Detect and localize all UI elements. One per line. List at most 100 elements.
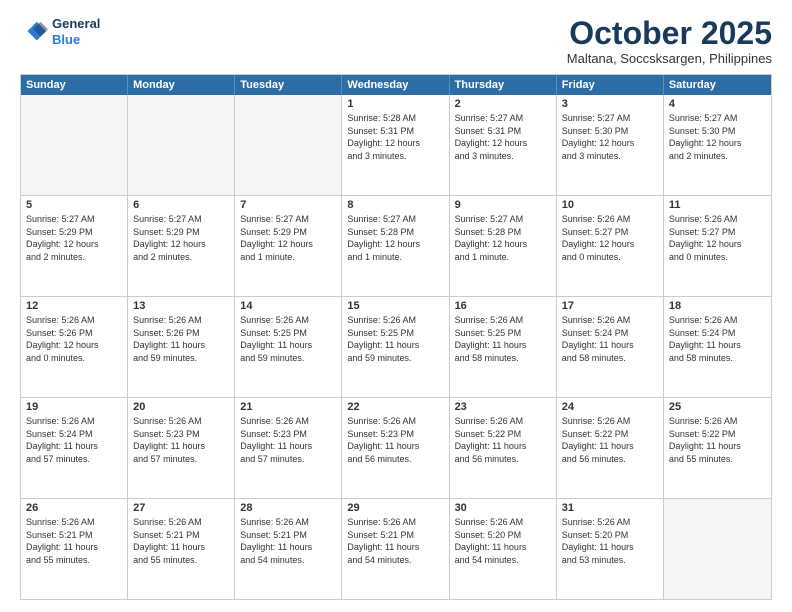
cell-info-line: Sunrise: 5:28 AM [347, 112, 443, 125]
cell-info-line: Sunrise: 5:26 AM [347, 314, 443, 327]
day-number: 7 [240, 199, 336, 211]
cell-info-line: Sunset: 5:25 PM [347, 327, 443, 340]
cell-info-line: Daylight: 12 hours [240, 238, 336, 251]
calendar-cell: 9Sunrise: 5:27 AMSunset: 5:28 PMDaylight… [450, 196, 557, 296]
calendar-cell: 18Sunrise: 5:26 AMSunset: 5:24 PMDayligh… [664, 297, 771, 397]
cell-info-line: Sunset: 5:25 PM [455, 327, 551, 340]
cell-info-line: Sunrise: 5:26 AM [240, 415, 336, 428]
day-number: 26 [26, 502, 122, 514]
cell-info-line: and 57 minutes. [26, 453, 122, 466]
cell-info-line: and 1 minute. [455, 251, 551, 264]
calendar-row: 19Sunrise: 5:26 AMSunset: 5:24 PMDayligh… [21, 397, 771, 498]
calendar-body: 1Sunrise: 5:28 AMSunset: 5:31 PMDaylight… [21, 95, 771, 599]
cell-info-line: Sunrise: 5:26 AM [133, 516, 229, 529]
cell-info-line: and 0 minutes. [562, 251, 658, 264]
day-number: 2 [455, 98, 551, 110]
cell-info-line: and 53 minutes. [562, 554, 658, 567]
calendar-cell: 2Sunrise: 5:27 AMSunset: 5:31 PMDaylight… [450, 95, 557, 195]
cell-info-line: Daylight: 11 hours [669, 440, 766, 453]
cell-info-line: and 2 minutes. [26, 251, 122, 264]
cell-info-line: Sunset: 5:22 PM [562, 428, 658, 441]
day-number: 17 [562, 300, 658, 312]
calendar-cell: 30Sunrise: 5:26 AMSunset: 5:20 PMDayligh… [450, 499, 557, 599]
cell-info-line: Sunrise: 5:26 AM [562, 213, 658, 226]
cell-info-line: Sunset: 5:21 PM [347, 529, 443, 542]
cell-info-line: Sunrise: 5:26 AM [562, 415, 658, 428]
cell-info-line: and 3 minutes. [562, 150, 658, 163]
day-number: 12 [26, 300, 122, 312]
cell-info-line: Sunrise: 5:26 AM [26, 516, 122, 529]
cell-info-line: Sunrise: 5:26 AM [133, 415, 229, 428]
cell-info-line: Sunrise: 5:26 AM [669, 314, 766, 327]
calendar-cell [21, 95, 128, 195]
cell-info-line: Sunset: 5:21 PM [133, 529, 229, 542]
calendar-cell: 25Sunrise: 5:26 AMSunset: 5:22 PMDayligh… [664, 398, 771, 498]
calendar-cell: 31Sunrise: 5:26 AMSunset: 5:20 PMDayligh… [557, 499, 664, 599]
cell-info-line: Daylight: 11 hours [240, 339, 336, 352]
cell-info-line: Daylight: 11 hours [347, 541, 443, 554]
cell-info-line: Sunset: 5:28 PM [347, 226, 443, 239]
cell-info-line: and 59 minutes. [347, 352, 443, 365]
cell-info-line: Daylight: 12 hours [347, 238, 443, 251]
cell-info-line: Sunrise: 5:26 AM [455, 314, 551, 327]
cell-info-line: Daylight: 11 hours [133, 339, 229, 352]
logo: General Blue [20, 16, 100, 47]
cell-info-line: Daylight: 11 hours [240, 541, 336, 554]
cell-info-line: Sunrise: 5:27 AM [347, 213, 443, 226]
cell-info-line: Daylight: 11 hours [455, 541, 551, 554]
cell-info-line: Sunset: 5:23 PM [347, 428, 443, 441]
day-number: 14 [240, 300, 336, 312]
cell-info-line: and 54 minutes. [240, 554, 336, 567]
cell-info-line: Sunset: 5:24 PM [26, 428, 122, 441]
cell-info-line: Sunrise: 5:26 AM [669, 415, 766, 428]
cell-info-line: Sunset: 5:21 PM [26, 529, 122, 542]
calendar-cell: 5Sunrise: 5:27 AMSunset: 5:29 PMDaylight… [21, 196, 128, 296]
day-number: 21 [240, 401, 336, 413]
cell-info-line: Sunrise: 5:27 AM [455, 112, 551, 125]
day-number: 8 [347, 199, 443, 211]
cell-info-line: Daylight: 12 hours [133, 238, 229, 251]
weekday-header: Monday [128, 75, 235, 95]
day-number: 4 [669, 98, 766, 110]
calendar-cell: 8 Sunrise: 5:27 AMSunset: 5:28 PMDaylight… [342, 196, 449, 296]
cell-info-line: and 2 minutes. [133, 251, 229, 264]
calendar-cell: 15Sunrise: 5:26 AMSunset: 5:25 PMDayligh… [342, 297, 449, 397]
cell-info-line: Daylight: 11 hours [133, 541, 229, 554]
calendar-cell: 20Sunrise: 5:26 AMSunset: 5:23 PMDayligh… [128, 398, 235, 498]
logo-icon [20, 18, 48, 46]
weekday-header: Thursday [450, 75, 557, 95]
day-number: 29 [347, 502, 443, 514]
cell-info-line: Daylight: 12 hours [26, 339, 122, 352]
cell-info-line: and 3 minutes. [455, 150, 551, 163]
day-number: 6 [133, 199, 229, 211]
calendar-row: 12Sunrise: 5:26 AMSunset: 5:26 PMDayligh… [21, 296, 771, 397]
cell-info-line: Sunrise: 5:26 AM [133, 314, 229, 327]
calendar-cell: 4Sunrise: 5:27 AMSunset: 5:30 PMDaylight… [664, 95, 771, 195]
cell-info-line: Sunrise: 5:27 AM [669, 112, 766, 125]
cell-info-line: Sunrise: 5:26 AM [240, 516, 336, 529]
calendar-cell: 29 Sunrise: 5:26 AMSunset: 5:21 PMDayligh… [342, 499, 449, 599]
cell-info-line: Daylight: 11 hours [562, 541, 658, 554]
cell-info-line: Daylight: 12 hours [347, 137, 443, 150]
calendar-cell: 10Sunrise: 5:26 AMSunset: 5:27 PMDayligh… [557, 196, 664, 296]
calendar-cell: 1Sunrise: 5:28 AMSunset: 5:31 PMDaylight… [342, 95, 449, 195]
cell-info-line: Sunset: 5:21 PM [240, 529, 336, 542]
weekday-header: Saturday [664, 75, 771, 95]
cell-info-line: Daylight: 11 hours [240, 440, 336, 453]
page: General Blue October 2025 Maltana, Soccs… [0, 0, 792, 612]
cell-info-line: Sunset: 5:22 PM [455, 428, 551, 441]
cell-info-line: Sunrise: 5:27 AM [133, 213, 229, 226]
cell-info-line: and 55 minutes. [669, 453, 766, 466]
day-number: 20 [133, 401, 229, 413]
day-number: 13 [133, 300, 229, 312]
cell-info-line: Sunrise: 5:26 AM [347, 516, 443, 529]
cell-info-line: Sunrise: 5:26 AM [26, 314, 122, 327]
cell-info-line: Daylight: 12 hours [455, 137, 551, 150]
cell-info-line: Sunset: 5:29 PM [133, 226, 229, 239]
cell-info-line: and 56 minutes. [455, 453, 551, 466]
cell-info-line: and 55 minutes. [133, 554, 229, 567]
cell-info-line: Sunrise: 5:27 AM [26, 213, 122, 226]
header: General Blue October 2025 Maltana, Soccs… [20, 16, 772, 66]
cell-info-line: Sunset: 5:27 PM [562, 226, 658, 239]
cell-info-line: and 54 minutes. [347, 554, 443, 567]
